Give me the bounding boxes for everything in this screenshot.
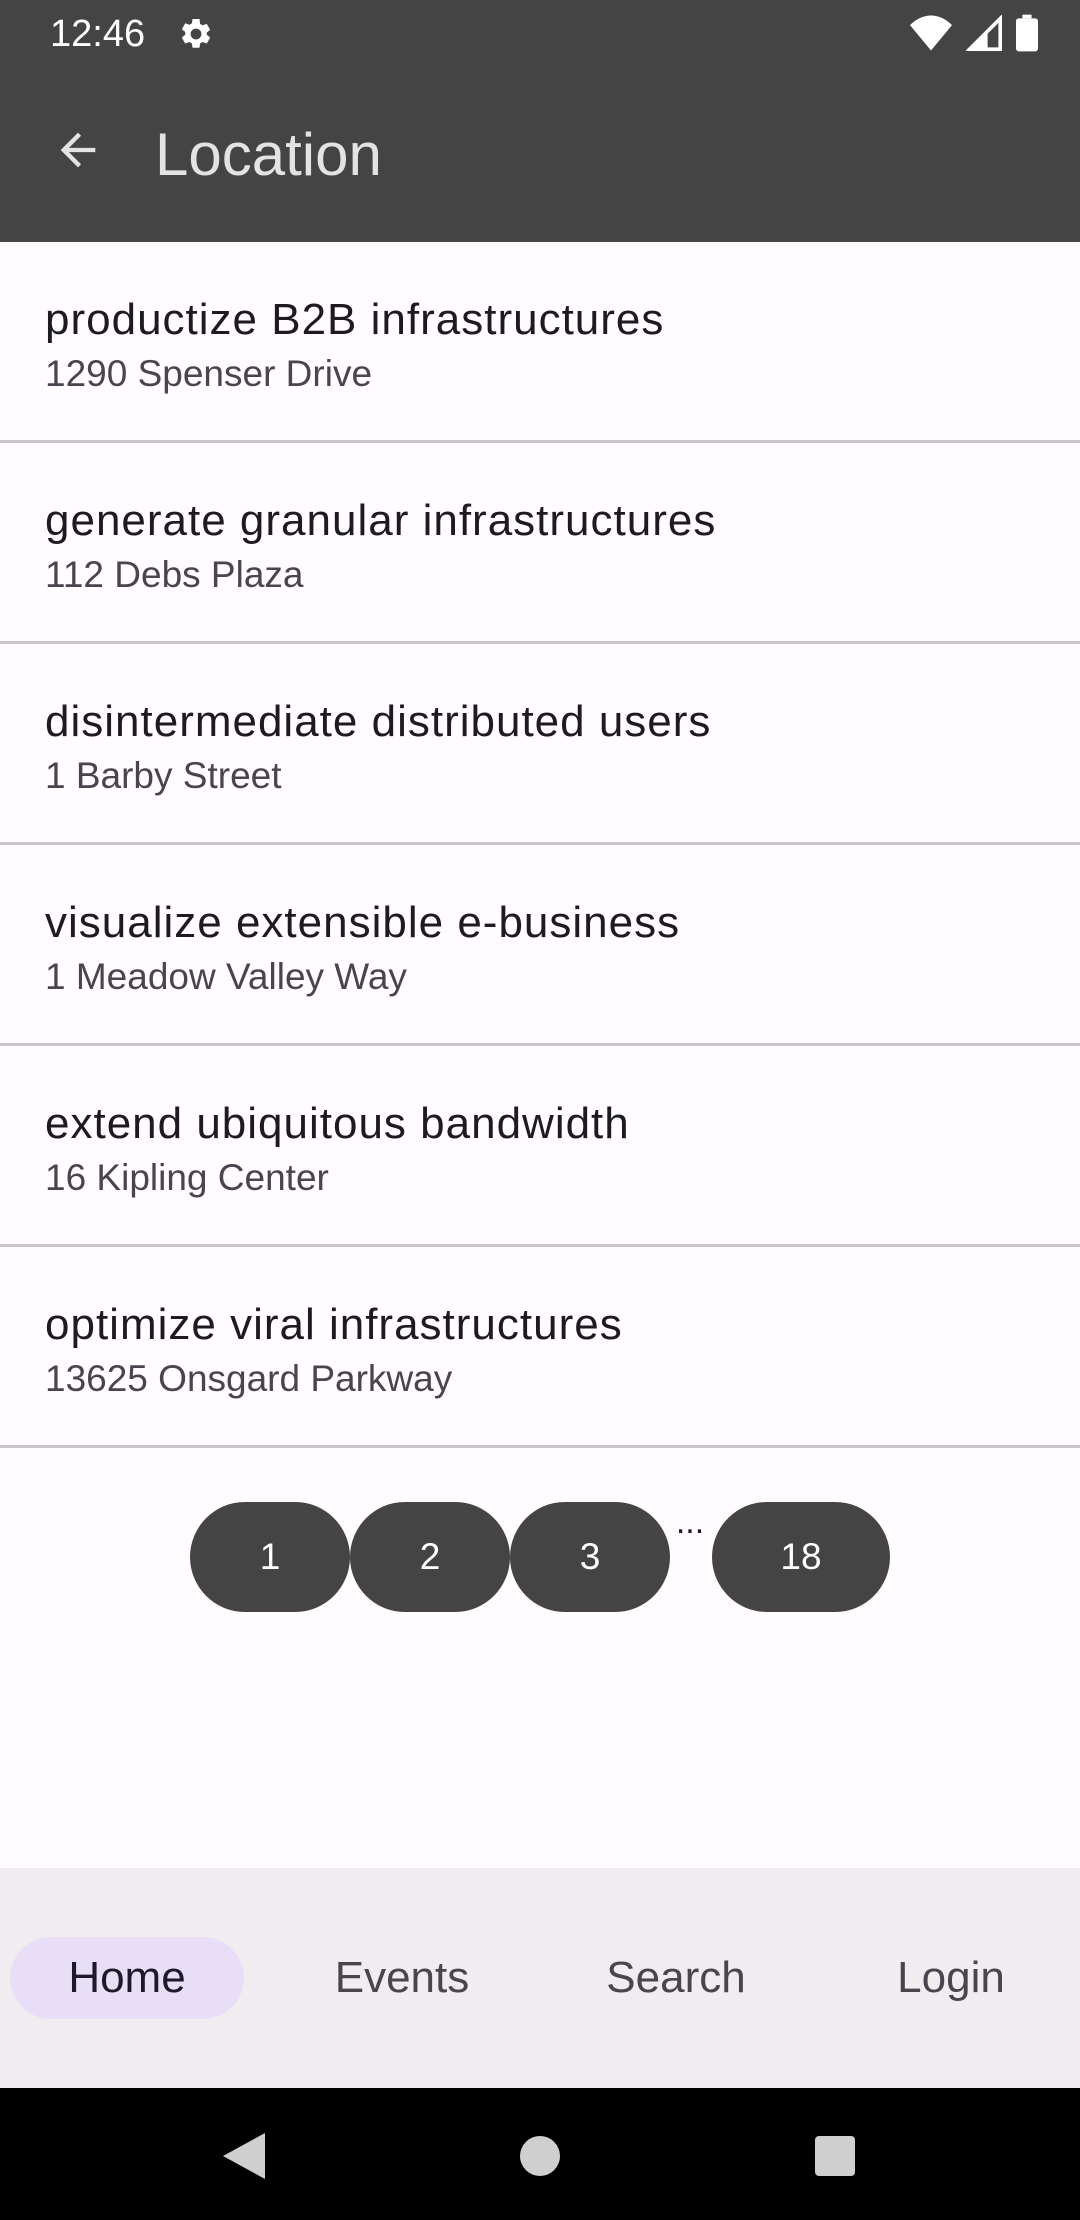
list-item[interactable]: visualize extensible e-business 1 Meadow… — [0, 845, 1080, 1046]
item-title: optimize viral infrastructures — [45, 1300, 623, 1349]
back-triangle-icon[interactable] — [214, 2126, 274, 2186]
app-bar: Location — [0, 68, 1080, 242]
nav-search[interactable]: Search — [559, 1937, 793, 2019]
battery-icon — [1016, 14, 1038, 57]
arrow-back-icon — [52, 124, 104, 181]
pagination: 1 2 3 ... 18 — [0, 1502, 1080, 1612]
location-list: productize B2B infrastructures 1290 Spen… — [0, 242, 1080, 1448]
item-title: productize B2B infrastructures — [45, 295, 665, 344]
list-item[interactable]: productize B2B infrastructures 1290 Spen… — [0, 242, 1080, 443]
list-item[interactable]: generate granular infrastructures 112 De… — [0, 443, 1080, 644]
item-address: 1290 Spenser Drive — [45, 353, 373, 394]
status-bar: 12:46 — [0, 0, 1080, 68]
list-item[interactable]: optimize viral infrastructures 13625 Ons… — [0, 1247, 1080, 1448]
home-circle-icon[interactable] — [510, 2126, 570, 2186]
item-address: 112 Debs Plaza — [45, 554, 304, 595]
item-address: 1 Meadow Valley Way — [45, 956, 407, 997]
signal-icon — [965, 14, 1002, 56]
item-address: 1 Barby Street — [45, 755, 282, 796]
status-icons — [910, 14, 1038, 57]
item-title: disintermediate distributed users — [45, 697, 712, 746]
back-button[interactable] — [38, 112, 118, 192]
item-address: 13625 Onsgard Parkway — [45, 1358, 453, 1399]
nav-home[interactable]: Home — [10, 1937, 244, 2019]
page-button-3[interactable]: 3 — [510, 1502, 670, 1612]
status-time: 12:46 — [50, 13, 146, 55]
list-item[interactable]: disintermediate distributed users 1 Barb… — [0, 644, 1080, 845]
item-title: generate granular infrastructures — [45, 496, 717, 545]
item-title: visualize extensible e-business — [45, 898, 681, 947]
list-item[interactable]: extend ubiquitous bandwidth 16 Kipling C… — [0, 1046, 1080, 1247]
page-button-18[interactable]: 18 — [712, 1502, 890, 1612]
wifi-icon — [910, 15, 952, 56]
system-nav-bar — [0, 2088, 1080, 2220]
nav-events[interactable]: Events — [285, 1937, 519, 2019]
bottom-navigation: Home Events Search Login — [0, 1868, 1080, 2088]
item-address: 16 Kipling Center — [45, 1157, 329, 1198]
page-button-2[interactable]: 2 — [350, 1502, 510, 1612]
item-title: extend ubiquitous bandwidth — [45, 1099, 630, 1148]
page-button-1[interactable]: 1 — [190, 1502, 350, 1612]
nav-login[interactable]: Login — [834, 1937, 1068, 2019]
page-title: Location — [155, 121, 382, 188]
pagination-ellipsis: ... — [675, 1503, 705, 1541]
gear-icon — [178, 16, 214, 52]
recents-square-icon[interactable] — [805, 2126, 865, 2186]
